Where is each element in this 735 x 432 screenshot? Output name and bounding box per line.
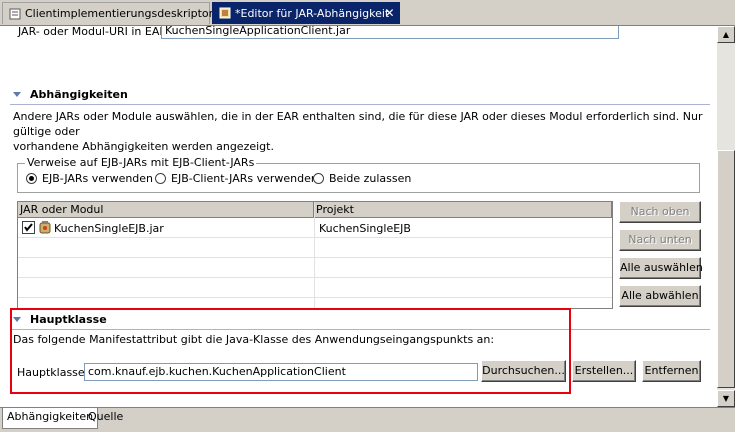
radio-label: EJB-Client-JARs verwenden (171, 172, 318, 185)
column-header-module[interactable]: JAR oder Modul (18, 202, 314, 218)
ear-uri-field[interactable]: KuchenSingleApplicationClient.jar (161, 26, 619, 39)
vertical-scrollbar[interactable]: ▲ ▼ (717, 26, 735, 407)
tab-source[interactable]: Quelle (84, 408, 127, 428)
deselect-all-button[interactable]: Alle abwählen (619, 285, 701, 307)
dependency-table[interactable]: JAR oder Modul Projekt KuchenSingleEJB.j… (17, 201, 613, 309)
tab-label: Clientimplementierungsdeskriptor (25, 7, 214, 20)
column-divider (314, 202, 315, 308)
module-name: KuchenSingleEJB.jar (54, 222, 164, 235)
description-line: vorhandene Abhängigkeiten werden angezei… (13, 140, 274, 153)
table-row (18, 258, 612, 278)
radio-use-ejb-jars[interactable] (26, 173, 37, 184)
remove-button[interactable]: Entfernen (642, 360, 701, 382)
table-row (18, 278, 612, 298)
tab-label: *Editor für JAR-Abhängigkeit (235, 6, 390, 20)
editor-page-tabs: Abhängigkeiten Quelle (0, 407, 735, 432)
dependencies-section-title: Abhängigkeiten (30, 88, 128, 101)
tab-client-deployment-descriptor[interactable]: Clientimplementierungsdeskriptor (2, 2, 214, 24)
scroll-thumb[interactable] (717, 150, 735, 388)
jar-icon (38, 220, 52, 237)
radio-label: Beide zulassen (329, 172, 412, 185)
ear-uri-label: JAR- oder Modul-URI in EAR: (18, 26, 171, 38)
create-button[interactable]: Erstellen... (572, 360, 636, 382)
close-icon[interactable]: ✕ (383, 7, 396, 20)
description-line: Andere JARs oder Module auswählen, die i… (13, 110, 703, 138)
jar-editor-icon (219, 7, 231, 19)
descriptor-icon (9, 8, 21, 20)
scroll-up-icon[interactable]: ▲ (717, 26, 735, 43)
radio-label: EJB-JARs verwenden (42, 172, 154, 185)
table-row[interactable]: KuchenSingleEJB.jar KuchenSingleEJB (18, 218, 612, 238)
dependencies-description: Andere JARs oder Module auswählen, die i… (13, 109, 713, 154)
tab-jar-dependency-editor[interactable]: *Editor für JAR-Abhängigkeit ✕ (212, 2, 400, 24)
radio-allow-both[interactable] (313, 173, 324, 184)
project-name: KuchenSingleEJB (319, 222, 411, 235)
select-all-button[interactable]: Alle auswählen (619, 257, 703, 279)
table-row (18, 238, 612, 258)
move-down-button[interactable]: Nach unten (619, 229, 701, 251)
highlight-frame (10, 308, 571, 394)
radio-use-ejb-client-jars[interactable] (155, 173, 166, 184)
editor-tab-strip: Clientimplementierungsdeskriptor *Editor… (0, 0, 735, 26)
section-collapse-icon[interactable] (13, 92, 21, 97)
column-header-project[interactable]: Projekt (314, 202, 612, 218)
move-up-button[interactable]: Nach oben (619, 201, 701, 223)
ejb-reference-group-label: Verweise auf EJB-JARs mit EJB-Client-JAR… (25, 156, 257, 169)
row-checkbox[interactable] (22, 221, 35, 234)
scroll-down-icon[interactable]: ▼ (717, 390, 735, 407)
section-divider (10, 104, 710, 105)
